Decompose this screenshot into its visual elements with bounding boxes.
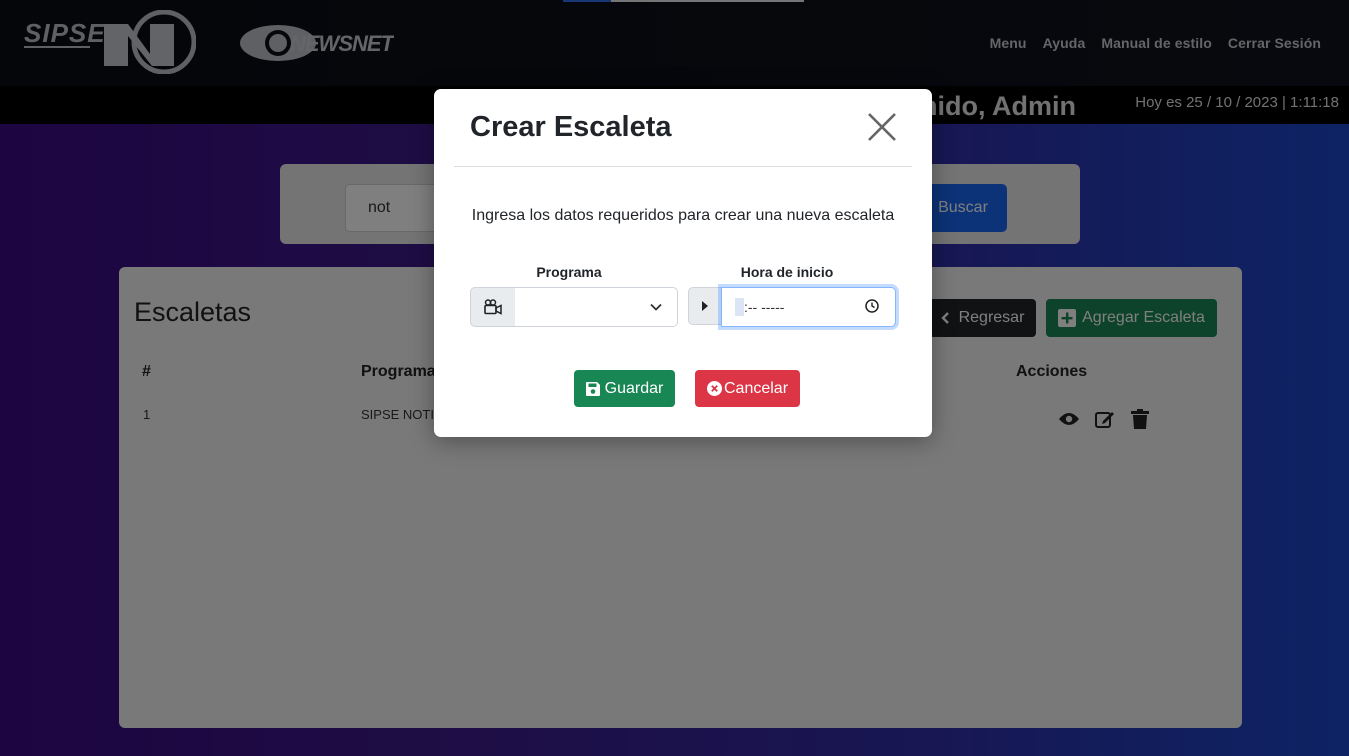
save-button[interactable]: Guardar [574,370,675,407]
chevron-down-icon [650,303,662,311]
modal-divider [454,166,912,167]
x-circle-icon [706,381,722,396]
clock-icon[interactable] [865,299,879,313]
hora-inicio-value: :-- ----- [744,299,785,315]
crear-escaleta-modal: Crear Escaleta Ingresa los datos requeri… [434,89,932,437]
modal-title: Crear Escaleta [470,111,672,143]
save-button-label: Guardar [604,379,664,397]
modal-description: Ingresa los datos requeridos para crear … [471,207,895,224]
programa-select[interactable] [515,287,678,327]
programa-icon-addon [470,287,516,327]
close-icon[interactable] [864,109,900,145]
hour-segment [735,298,744,316]
cancel-button[interactable]: Cancelar [695,370,800,407]
programa-label: Programa [536,264,602,280]
cancel-button-label: Cancelar [723,379,789,397]
hora-inicio-input[interactable]: :-- ----- [721,287,896,327]
play-icon [702,301,708,311]
hora-icon-addon [688,287,722,325]
hora-inicio-label: Hora de inicio [740,264,834,280]
video-camera-icon [484,299,502,315]
floppy-disk-icon [585,381,600,396]
